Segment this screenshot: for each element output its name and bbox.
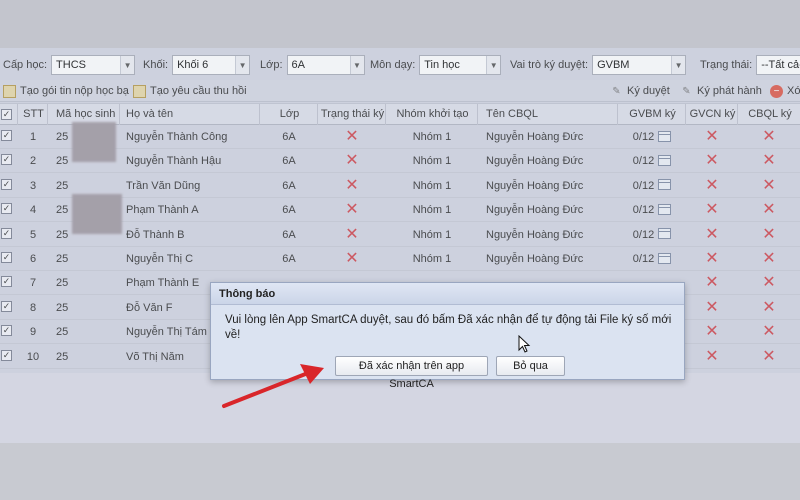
annotation-arrow-icon [222,364,324,408]
bottom-band [0,443,800,500]
dialog-title: Thông báo [211,283,684,305]
top-band [0,0,800,48]
mouse-cursor-icon [518,335,531,353]
dialog-message: Vui lòng lên App SmartCA duyệt, sau đó b… [225,314,672,341]
confirm-smartca-button[interactable]: Đã xác nhận trên app SmartCA [335,356,488,390]
skip-button[interactable]: Bỏ qua [496,356,565,376]
